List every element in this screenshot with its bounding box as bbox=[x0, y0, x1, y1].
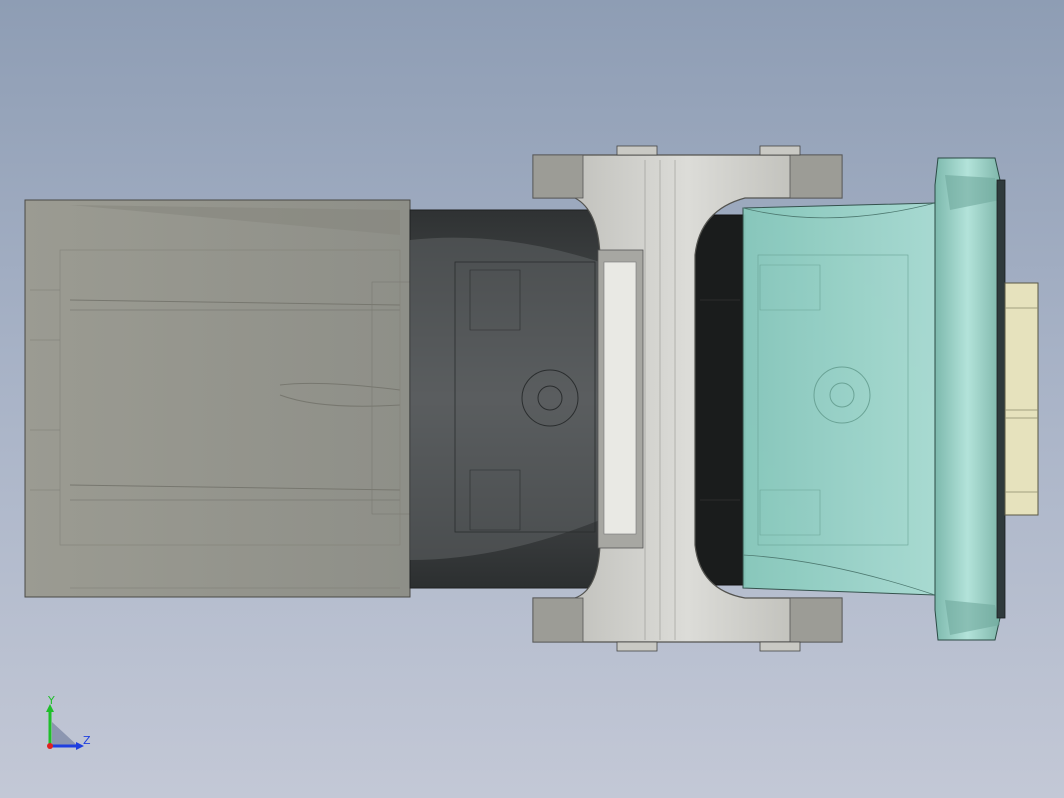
cap-ring[interactable] bbox=[934, 157, 1006, 641]
y-axis-label: Y bbox=[48, 694, 55, 707]
nut[interactable] bbox=[1004, 282, 1039, 516]
coordinate-triad: Y Z bbox=[38, 694, 108, 758]
graphics-viewport[interactable]: Y Z bbox=[0, 0, 1064, 798]
transparent-cap[interactable] bbox=[742, 202, 936, 596]
z-axis-label: Z bbox=[83, 734, 91, 747]
triad-axes bbox=[46, 704, 84, 750]
model-view[interactable] bbox=[0, 0, 1064, 798]
housing-block[interactable] bbox=[24, 199, 443, 598]
x-axis-point bbox=[47, 743, 53, 749]
